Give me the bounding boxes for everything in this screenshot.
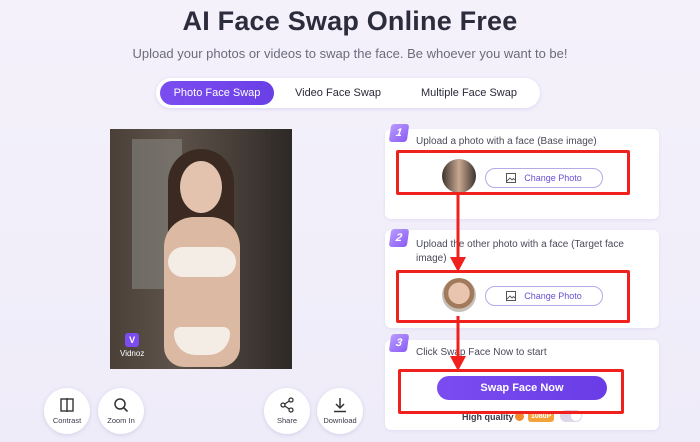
photo-top (168, 247, 236, 277)
step-3-number: 3 (388, 334, 410, 352)
highlight-box-step-1 (396, 150, 630, 195)
tab-multiple-face-swap[interactable]: Multiple Face Swap (402, 81, 536, 105)
page-subtitle: Upload your photos or videos to swap the… (132, 46, 568, 61)
tab-photo-face-swap[interactable]: Photo Face Swap (160, 81, 274, 105)
result-preview-image: V Vidnoz (110, 129, 292, 369)
watermark-text: Vidnoz (120, 349, 145, 358)
zoom-in-button[interactable]: Zoom In (98, 388, 144, 434)
page-title: AI Face Swap Online Free (182, 6, 518, 36)
down-arrow-icon (450, 195, 466, 272)
photo-face (180, 161, 222, 213)
contrast-label: Contrast (52, 416, 82, 425)
share-button[interactable]: Share (264, 388, 310, 434)
down-arrow-icon (450, 316, 466, 371)
contrast-icon (60, 398, 74, 412)
tab-video-face-swap[interactable]: Video Face Swap (274, 81, 402, 105)
share-icon (280, 397, 294, 413)
step-1-instruction: Upload a photo with a face (Base image) (416, 136, 597, 147)
download-button[interactable]: Download (317, 388, 363, 434)
vidnoz-logo-icon: V (125, 333, 140, 347)
watermark: V Vidnoz (120, 333, 144, 358)
share-label: Share (276, 416, 297, 425)
zoom-in-label: Zoom In (107, 416, 135, 425)
contrast-button[interactable]: Contrast (44, 388, 90, 434)
face-swap-tabs: Photo Face Swap Video Face Swap Multiple… (156, 78, 540, 108)
step-1-number: 1 (388, 124, 410, 142)
step-2-number: 2 (388, 229, 410, 247)
download-label: Download (323, 416, 357, 425)
highlight-box-step-2 (396, 270, 630, 323)
download-icon (334, 398, 346, 413)
zoom-in-icon (114, 398, 129, 413)
highlight-box-step-3 (398, 369, 624, 414)
